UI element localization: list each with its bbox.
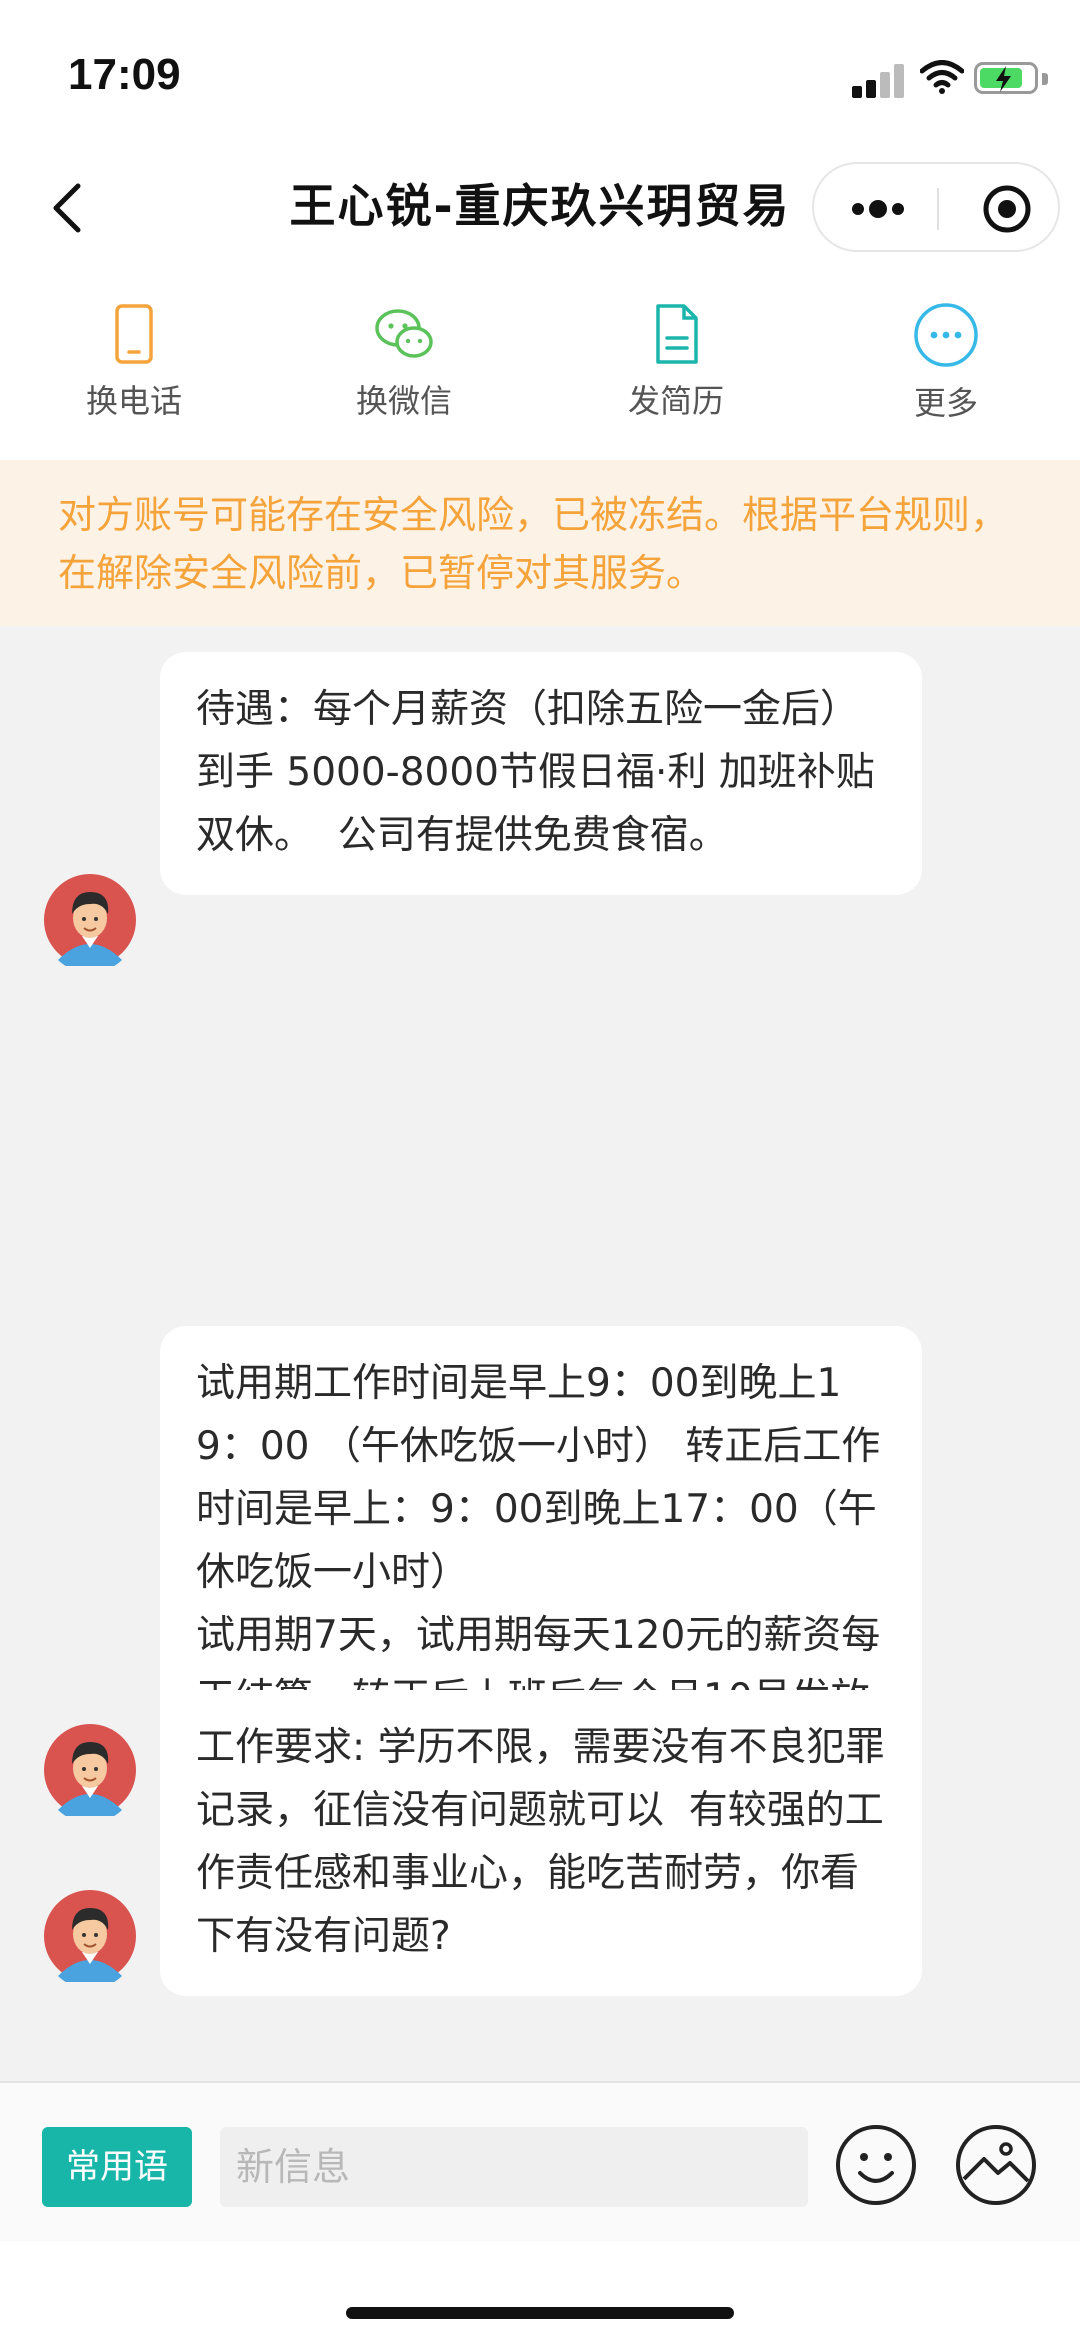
- close-mini-program-icon[interactable]: [982, 184, 1032, 234]
- more-icon: [914, 303, 978, 367]
- action-wechat-label: 换微信: [355, 382, 452, 420]
- emoji-icon[interactable]: [834, 2123, 918, 2207]
- battery-icon: [974, 62, 1038, 94]
- status-bar: 17:09: [0, 0, 1080, 150]
- wifi-icon: [920, 60, 964, 94]
- common-phrases-button[interactable]: 常用语: [42, 2127, 192, 2207]
- navigation-bar: 王心锐-重庆玖兴玥贸易: [0, 150, 1080, 280]
- action-more-label: 更多: [913, 384, 978, 422]
- action-phone[interactable]: 换电话: [34, 302, 234, 422]
- image-icon[interactable]: [954, 2123, 1038, 2207]
- action-wechat[interactable]: 换微信: [304, 302, 504, 422]
- phone-icon: [115, 304, 153, 364]
- chat-area: 待遇：每个月薪资（扣除五险一金后）到手 5000-8000节假日福·利 加班补贴…: [0, 626, 1080, 2081]
- status-icons: [822, 58, 1052, 98]
- action-more[interactable]: 更多: [846, 302, 1046, 424]
- back-arrow-icon[interactable]: [40, 178, 100, 238]
- message-input-bar: 常用语: [0, 2081, 1080, 2241]
- action-resume[interactable]: 发简历: [576, 302, 776, 422]
- action-phone-label: 换电话: [85, 382, 182, 420]
- status-time: 17:09: [68, 50, 181, 99]
- avatar-icon: [44, 874, 136, 966]
- avatar-icon: [44, 1890, 136, 1982]
- action-row: 换电话 换微信 发简历 更多: [0, 280, 1080, 460]
- warning-text: 对方账号可能存在安全风险，已被冻结。根据平台规则，在解除安全风险前，已暂停对其服…: [58, 493, 1009, 595]
- avatar-icon: [44, 1724, 136, 1816]
- mini-program-capsule: [812, 162, 1060, 252]
- security-warning-banner: 对方账号可能存在安全风险，已被冻结。根据平台规则，在解除安全风险前，已暂停对其服…: [0, 460, 1080, 626]
- message-bubble: 待遇：每个月薪资（扣除五险一金后）到手 5000-8000节假日福·利 加班补贴…: [160, 652, 922, 895]
- resume-icon: [656, 304, 698, 364]
- message-bubble: 工作要求: 学历不限，需要没有不良犯罪记录，征信没有问题就可以 有较强的工作责任…: [160, 1690, 922, 1996]
- more-dots-icon[interactable]: [848, 196, 908, 222]
- home-indicator-area: [0, 2241, 1080, 2339]
- message-input[interactable]: [220, 2127, 808, 2207]
- home-indicator[interactable]: [346, 2307, 734, 2319]
- wechat-icon: [375, 309, 433, 358]
- action-resume-label: 发简历: [627, 382, 724, 420]
